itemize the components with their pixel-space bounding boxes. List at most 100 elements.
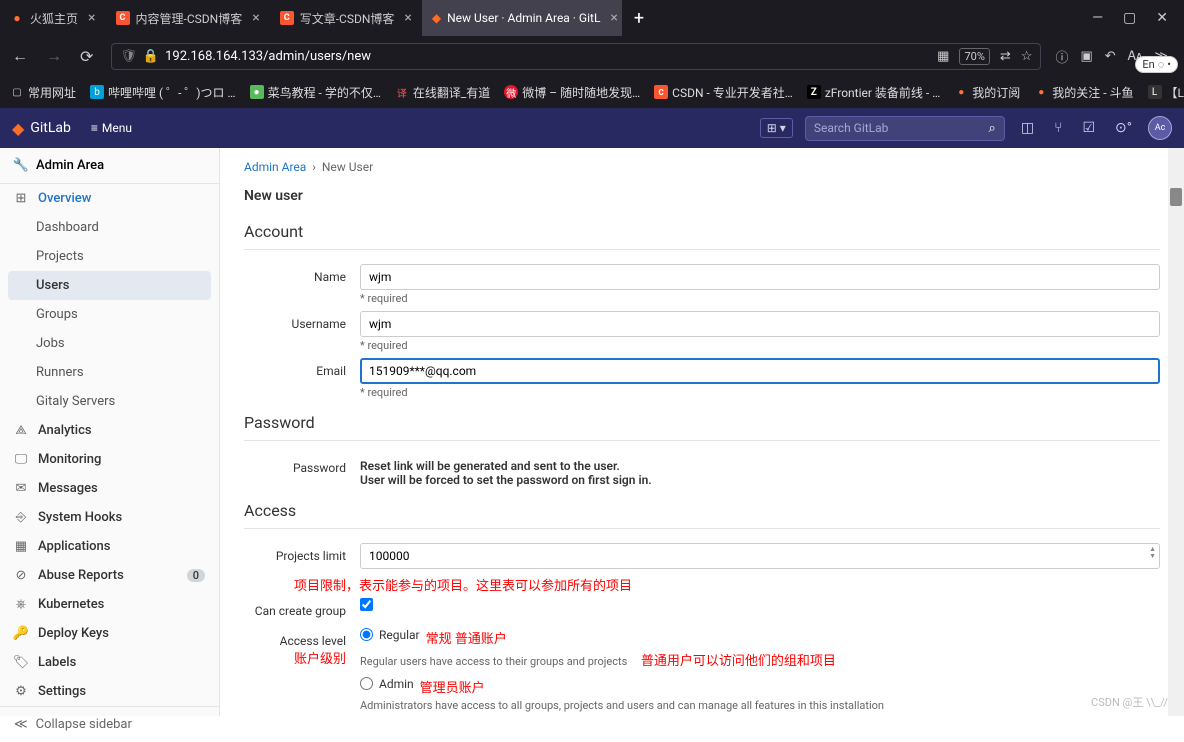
bookmark-zfrontier[interactable]: ZzFrontier 装备前线 - … xyxy=(807,84,940,101)
section-account: Account xyxy=(244,222,1160,250)
tab-csdn-content[interactable]: C内容管理-CSDN博客× xyxy=(106,0,270,36)
address-bar[interactable]: 🛡 🔒 192.168.164.133/admin/users/new ▦ 70… xyxy=(111,43,1041,70)
sidebar-item-runners[interactable]: Runners xyxy=(0,358,219,387)
sidebar-item-deploy-keys[interactable]: 🔑Deploy Keys xyxy=(0,619,219,648)
bookmark-folder[interactable]: ▢常用网址 xyxy=(10,84,76,101)
can-create-group-checkbox[interactable] xyxy=(360,598,373,611)
help-icon[interactable]: ⊙° xyxy=(1111,116,1136,140)
bookmark-star-icon[interactable]: ☆ xyxy=(1021,49,1033,64)
bookmark-douyu[interactable]: ●我的关注 - 斗鱼 xyxy=(1034,84,1133,101)
sidebar-item-overview[interactable]: ⊞Overview xyxy=(0,184,219,213)
page-title: New user xyxy=(244,188,1160,204)
close-icon[interactable]: × xyxy=(404,10,411,26)
new-button[interactable]: ⊞ ▾ xyxy=(760,118,793,138)
access-regular-radio[interactable] xyxy=(360,628,373,641)
sidebar-item-users[interactable]: Users xyxy=(8,271,211,300)
back-button[interactable]: ← xyxy=(8,42,32,70)
info-icon[interactable]: ⓘ xyxy=(1055,47,1068,66)
avatar[interactable]: Ac xyxy=(1148,116,1172,140)
username-input[interactable] xyxy=(360,311,1160,337)
extension-icon[interactable]: ▣ xyxy=(1080,49,1092,64)
close-icon[interactable]: × xyxy=(610,10,617,26)
gitlab-icon: ◆ xyxy=(12,119,24,138)
sidebar-item-jobs[interactable]: Jobs xyxy=(0,329,219,358)
merge-requests-icon[interactable]: ⑂ xyxy=(1050,116,1066,140)
sidebar-item-labels[interactable]: 🏷Labels xyxy=(0,648,219,677)
search-field[interactable] xyxy=(814,121,983,135)
spinner-icon[interactable]: ▲▼ xyxy=(1149,546,1156,560)
regular-desc: Regular users have access to their group… xyxy=(360,655,627,668)
scrollbar[interactable] xyxy=(1168,148,1184,716)
new-tab-button[interactable]: + xyxy=(622,8,656,29)
reload-button[interactable]: ⟳ xyxy=(76,43,97,70)
email-input[interactable] xyxy=(360,358,1160,384)
minimize-icon[interactable]: — xyxy=(1092,10,1103,26)
firefox-icon: ● xyxy=(10,11,24,25)
todos-icon[interactable]: ☑ xyxy=(1078,116,1099,140)
bookmark-linux[interactable]: L【Linux三剑客】下架… xyxy=(1148,84,1184,101)
close-icon[interactable]: × xyxy=(88,10,95,26)
sidebar-item-groups[interactable]: Groups xyxy=(0,300,219,329)
close-window-icon[interactable]: ✕ xyxy=(1156,10,1168,26)
section-password: Password xyxy=(244,413,1160,441)
issues-icon[interactable]: ◫ xyxy=(1017,116,1038,140)
close-icon[interactable]: × xyxy=(252,10,259,26)
browser-chrome: ●火狐主页× C内容管理-CSDN博客× C写文章-CSDN博客× ◆New U… xyxy=(0,0,1184,108)
tab-firefox-home[interactable]: ●火狐主页× xyxy=(0,0,106,36)
tab-gitlab[interactable]: ◆New User · Admin Area · GitL× xyxy=(422,0,622,36)
sidebar-title[interactable]: 🔧Admin Area xyxy=(0,148,219,184)
sidebar-item-applications[interactable]: ▦Applications xyxy=(0,532,219,561)
wrench-icon: 🔧 xyxy=(14,158,28,173)
folder-icon: ▢ xyxy=(10,85,24,99)
firefox-icon: ● xyxy=(1034,85,1048,99)
password-label: Password xyxy=(244,455,360,475)
admin-label: Admin xyxy=(379,677,414,691)
collapse-sidebar-button[interactable]: ≪Collapse sidebar xyxy=(0,706,219,742)
bookmark-runoob[interactable]: ●菜鸟教程 - 学的不仅… xyxy=(250,84,381,101)
name-input[interactable] xyxy=(360,264,1160,290)
search-input[interactable]: ⌕ xyxy=(805,116,1005,141)
email-hint: * required xyxy=(360,386,1160,399)
sidebar-item-settings[interactable]: ⚙Settings xyxy=(0,677,219,706)
monitor-icon: 🖵 xyxy=(14,452,28,467)
breadcrumb-root[interactable]: Admin Area xyxy=(244,160,306,174)
section-access: Access xyxy=(244,501,1160,529)
ime-badge[interactable]: En◌• xyxy=(1135,56,1178,73)
gitlab-logo[interactable]: ◆GitLab xyxy=(12,119,71,138)
bookmark-weibo[interactable]: 微微博 – 随时随地发现… xyxy=(504,84,640,101)
bookmark-csdn[interactable]: CCSDN - 专业开发者社… xyxy=(654,84,793,101)
regular-label: Regular xyxy=(379,628,420,642)
sidebar-item-monitoring[interactable]: 🖵Monitoring xyxy=(0,445,219,474)
collapse-icon: ≪ xyxy=(14,717,28,732)
sidebar-item-kubernetes[interactable]: ⎈Kubernetes xyxy=(0,590,219,619)
undo-icon[interactable]: ↶ xyxy=(1105,49,1116,64)
gitlab-icon: ◆ xyxy=(432,11,441,25)
projects-limit-input[interactable] xyxy=(360,543,1160,569)
bookmark-youdao[interactable]: 译在线翻译_有道 xyxy=(395,84,490,101)
maximize-icon[interactable]: ▢ xyxy=(1123,10,1136,26)
bookmark-bilibili[interactable]: b哔哩哔哩 ( ゜- ゜)つロ … xyxy=(90,84,236,101)
zoom-badge[interactable]: 70% xyxy=(959,48,989,65)
youdao-icon: 译 xyxy=(395,85,409,99)
analytics-icon: ⟁ xyxy=(14,423,28,438)
sidebar-item-abuse[interactable]: ⊘Abuse Reports0 xyxy=(0,561,219,590)
forward-button[interactable]: → xyxy=(42,42,66,70)
tab-csdn-write[interactable]: C写文章-CSDN博客× xyxy=(270,0,422,36)
annotation-regular-desc: 普通用户可以访问他们的组和项目 xyxy=(641,654,836,669)
csdn-icon: C xyxy=(280,11,294,25)
sidebar-item-projects[interactable]: Projects xyxy=(0,242,219,271)
bookmark-subscriptions[interactable]: ●我的订阅 xyxy=(954,84,1020,101)
sidebar-item-hooks[interactable]: ⎆System Hooks xyxy=(0,503,219,532)
access-admin-radio[interactable] xyxy=(360,677,373,690)
annotation-regular: 常规 普通账户 xyxy=(426,628,507,647)
name-hint: * required xyxy=(360,292,1160,305)
sidebar-item-gitaly[interactable]: Gitaly Servers xyxy=(0,387,219,416)
translate-icon[interactable]: ⇄ xyxy=(1000,49,1011,64)
qr-icon[interactable]: ▦ xyxy=(937,49,949,64)
sidebar-item-messages[interactable]: ✉Messages xyxy=(0,474,219,503)
menu-button[interactable]: ≡Menu xyxy=(83,117,140,139)
sidebar-item-analytics[interactable]: ⟁Analytics xyxy=(0,416,219,445)
sidebar-item-dashboard[interactable]: Dashboard xyxy=(0,213,219,242)
scrollbar-thumb[interactable] xyxy=(1170,188,1182,206)
abuse-icon: ⊘ xyxy=(14,568,28,583)
